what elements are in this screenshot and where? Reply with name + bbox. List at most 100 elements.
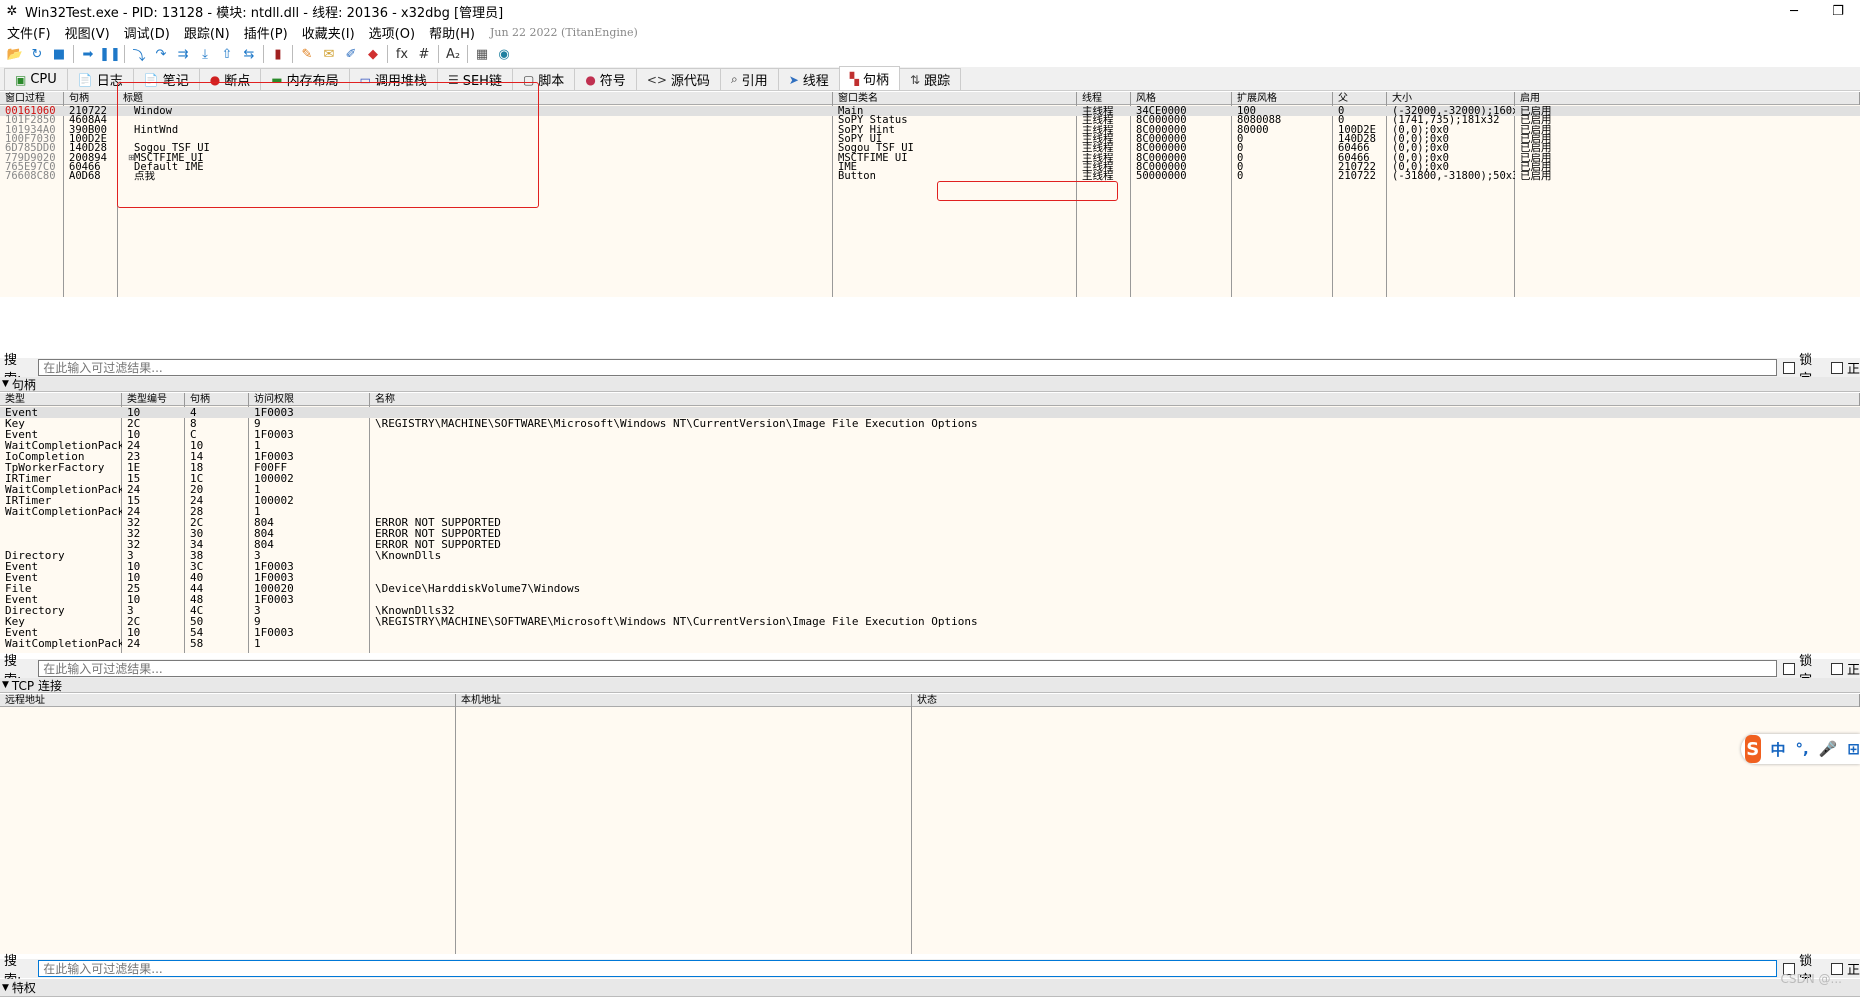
scylla-icon[interactable]: ▮ <box>269 45 287 63</box>
trace-over-icon[interactable]: ⤓ <box>196 45 214 63</box>
menu-plugins[interactable]: 插件(P) <box>237 23 295 42</box>
calculator-icon[interactable]: ▦ <box>473 45 491 63</box>
comments-icon[interactable]: ✉ <box>320 45 338 63</box>
pause-icon[interactable]: ❚❚ <box>99 45 121 63</box>
tab-symbols[interactable]: ● 符号 <box>574 68 637 90</box>
column-header[interactable]: 句柄 <box>64 92 118 105</box>
column-header[interactable]: 状态 <box>912 694 1860 707</box>
column-header[interactable]: 名称 <box>370 393 1860 406</box>
tab-handles[interactable]: ▚ 句柄 <box>838 66 901 90</box>
menu-help[interactable]: 帮助(H) <box>422 23 482 42</box>
menu-favourites[interactable]: 收藏夹(I) <box>295 23 362 42</box>
open-icon[interactable]: 📂 <box>6 45 24 63</box>
table-row[interactable]: Event 10 4 1F0003 <box>0 407 1860 418</box>
functions-icon[interactable]: fx <box>393 45 411 63</box>
table-row[interactable]: WaitCompletionPacket 24 10 1 <box>0 440 1860 451</box>
step-into-icon[interactable]: ⤵ <box>130 45 148 64</box>
tab-references[interactable]: ⌕ 引用 <box>719 68 779 90</box>
table-row[interactable]: File 25 44 100020 \Device\HarddiskVolume7\Wi… <box>0 583 1860 594</box>
column-header[interactable]: 窗口类名 <box>833 92 1077 105</box>
search-input[interactable] <box>38 960 1778 977</box>
table-row[interactable]: Event 10 48 1F0003 <box>0 594 1860 605</box>
cell-access: 1F0003 <box>254 429 294 440</box>
search-input[interactable] <box>38 660 1778 677</box>
tcp-section-header[interactable]: ▼ TCP 连接 <box>0 678 1860 693</box>
table-row[interactable]: Event 10 54 1F0003 <box>0 627 1860 638</box>
search-input[interactable] <box>38 359 1778 376</box>
table-row[interactable]: 32 30 804 ERROR_NOT_SUPPORTED <box>0 528 1860 539</box>
restore-button[interactable]: ❐ <box>1816 0 1860 22</box>
column-header[interactable]: 类型编号 <box>122 393 185 406</box>
cell-type: Directory <box>5 605 65 616</box>
hash-icon[interactable]: # <box>415 45 433 63</box>
column-header[interactable]: 远程地址 <box>0 694 456 707</box>
column-header[interactable]: 扩展风格 <box>1232 92 1333 105</box>
tab-source[interactable]: <> 源代码 <box>635 68 721 90</box>
table-row[interactable]: WaitCompletionPacket 24 28 1 <box>0 506 1860 517</box>
table-row[interactable]: Event 10 C 1F0003 <box>0 429 1860 440</box>
lock-checkbox[interactable] <box>1783 662 1796 675</box>
microphone-icon[interactable]: 🎤 <box>1819 740 1838 758</box>
run-icon[interactable]: ➡ <box>79 45 97 63</box>
cell-type: IRTimer <box>5 473 52 484</box>
stop-icon[interactable]: ■ <box>50 45 68 63</box>
column-header[interactable]: 父 <box>1333 92 1387 105</box>
minimize-button[interactable]: ─ <box>1772 0 1816 22</box>
table-row[interactable]: Event 10 3C 1F0003 <box>0 561 1860 572</box>
lock-checkbox[interactable] <box>1783 361 1796 374</box>
table-row[interactable]: IRTimer 15 1C 100002 <box>0 473 1860 484</box>
cell-name: ERROR_NOT_SUPPORTED <box>375 528 501 539</box>
grid-icon[interactable]: ⊞ <box>1847 740 1860 758</box>
table-row[interactable]: Key 2C 50 9 \REGISTRY\MACHINE\SOFTWARE\Micro… <box>0 616 1860 627</box>
menu-trace[interactable]: 跟踪(N) <box>177 23 237 42</box>
cell-handle: 58 <box>190 638 204 649</box>
table-row[interactable]: Event 10 40 1F0003 <box>0 572 1860 583</box>
column-header[interactable]: 大小 <box>1387 92 1515 105</box>
table-row[interactable]: 32 2C 804 ERROR_NOT_SUPPORTED <box>0 517 1860 528</box>
column-header[interactable]: 句柄 <box>185 393 249 406</box>
table-row[interactable]: WaitCompletionPacket 24 20 1 <box>0 484 1860 495</box>
handles-section-header[interactable]: ▼ 句柄 <box>0 377 1860 392</box>
privileges-section-header[interactable]: ▼ 特权 <box>0 979 1860 997</box>
restart-icon[interactable]: ↻ <box>28 45 46 63</box>
table-row[interactable]: 32 34 804 ERROR_NOT_SUPPORTED <box>0 539 1860 550</box>
column-header[interactable]: 窗口过程 <box>0 92 64 105</box>
column-header[interactable]: 风格 <box>1131 92 1232 105</box>
ime-toolbar[interactable]: S 中 °, 🎤 ⊞ <box>1741 734 1860 764</box>
column-header[interactable]: 线程 <box>1077 92 1131 105</box>
menu-debug[interactable]: 调试(D) <box>117 23 177 42</box>
table-row[interactable]: Directory 3 4C 3 \KnownDlls32 <box>0 605 1860 616</box>
ime-punctuation-icon[interactable]: °, <box>1796 740 1809 758</box>
tab-cpu[interactable]: ▣ CPU <box>4 68 68 90</box>
cell-type-no: 24 <box>127 506 141 517</box>
execute-till-return-icon[interactable]: ⇧ <box>218 45 236 63</box>
font-icon[interactable]: A₂ <box>444 45 462 63</box>
menu-file[interactable]: 文件(F) <box>0 23 58 42</box>
tab-threads[interactable]: ➤ 线程 <box>777 68 840 90</box>
column-header[interactable]: 类型 <box>0 393 122 406</box>
cell-type: File <box>5 583 32 594</box>
ime-chinese-mode[interactable]: 中 <box>1771 739 1786 760</box>
globe-icon[interactable]: ◉ <box>495 45 513 63</box>
regex-checkbox[interactable] <box>1831 662 1843 675</box>
bookmarks-icon[interactable]: ◆ <box>364 45 382 63</box>
run-to-user-code-icon[interactable]: ⇆ <box>240 45 258 63</box>
column-header[interactable]: 本机地址 <box>456 694 912 707</box>
table-row[interactable]: Key 2C 8 9 \REGISTRY\MACHINE\SOFTWARE\Micros… <box>0 418 1860 429</box>
table-row[interactable]: IoCompletion 23 14 1F0003 <box>0 451 1860 462</box>
regex-checkbox[interactable] <box>1831 361 1843 374</box>
table-row[interactable]: TpWorkerFactory 1E 18 F00FF <box>0 462 1860 473</box>
column-header[interactable]: 访问权限 <box>249 393 370 406</box>
menu-options[interactable]: 选项(O) <box>362 23 422 42</box>
table-row[interactable]: IRTimer 15 24 100002 <box>0 495 1860 506</box>
table-row[interactable]: Directory 3 38 3 \KnownDlls <box>0 550 1860 561</box>
menu-view[interactable]: 视图(V) <box>58 23 117 42</box>
tab-trace[interactable]: ⇅ 跟踪 <box>899 68 962 90</box>
labels-icon[interactable]: ✐ <box>342 45 360 63</box>
column-header[interactable]: 启用 <box>1515 92 1860 105</box>
cell-type <box>0 539 122 550</box>
patch-icon[interactable]: ✎ <box>298 45 316 63</box>
table-row[interactable]: WaitCompletionPacket 24 58 1 <box>0 638 1860 649</box>
step-over-icon[interactable]: ↷ <box>152 45 170 63</box>
trace-into-icon[interactable]: ⇉ <box>174 45 192 63</box>
